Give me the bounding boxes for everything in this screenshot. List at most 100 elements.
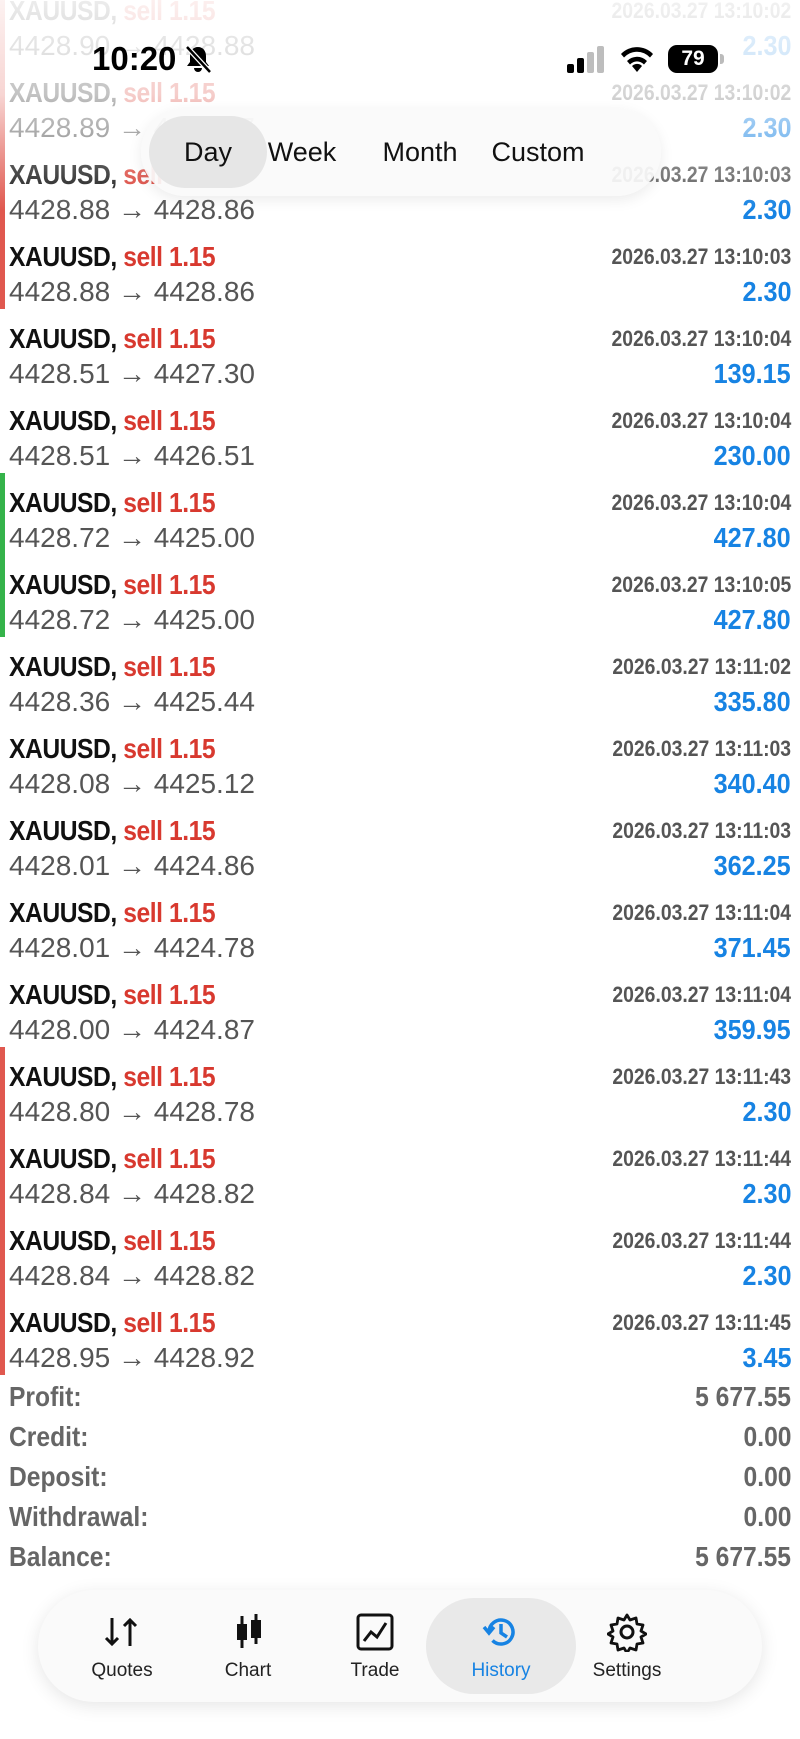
deal-row[interactable]: XAUUSD, sell 1.15 2026.03.27 13:10:05 4428…: [0, 555, 800, 637]
summary-row: Withdrawal: 0.00: [0, 1498, 800, 1538]
deal-type: sell 1.15: [123, 241, 216, 272]
settings-icon: [607, 1613, 647, 1652]
deal-type: sell 1.15: [123, 815, 216, 846]
tab-label: Settings: [592, 1660, 662, 1681]
deal-prices: 4428.72 → 4425.00: [9, 522, 255, 553]
deal-type: sell 1.15: [123, 405, 216, 436]
deal-title: XAUUSD, sell 1.15: [9, 651, 216, 683]
deal-time: 2026.03.27 13:10:03: [611, 244, 791, 269]
deal-type: sell 1.15: [123, 651, 216, 682]
summary-row: Deposit: 0.00: [0, 1458, 800, 1498]
deal-profit: 139.15: [713, 358, 791, 389]
deal-row[interactable]: XAUUSD, sell 1.15 2026.03.27 13:11:04 4428…: [0, 883, 800, 965]
bottom-tab-bar: Quotes Chart Trade History Settings: [38, 1590, 762, 1702]
deal-time: 2026.03.27 13:11:02: [612, 654, 791, 679]
deal-row[interactable]: XAUUSD, sell 1.15 2026.03.27 13:10:04 4428…: [0, 473, 800, 555]
deal-time: 2026.03.27 13:10:04: [611, 326, 791, 351]
chart-icon: [237, 1614, 261, 1648]
summary-value: 0.00: [743, 1421, 791, 1452]
deal-symbol: XAUUSD,: [9, 733, 117, 764]
summary-label: Credit:: [9, 1421, 89, 1452]
deal-list[interactable]: XAUUSD, sell 1.15 2026.03.27 13:10:02 4428…: [0, 0, 800, 1375]
deal-row[interactable]: XAUUSD, sell 1.15 2026.03.27 13:11:44 4428…: [0, 1211, 800, 1293]
deal-profit: 427.80: [713, 604, 791, 635]
wifi-icon: [621, 47, 653, 72]
summary-value: 0.00: [743, 1501, 791, 1532]
deal-row[interactable]: XAUUSD, sell 1.15 2026.03.27 13:11:45 4428…: [0, 1293, 800, 1375]
deal-title: XAUUSD, sell 1.15: [9, 241, 216, 273]
battery-cap: [720, 54, 724, 64]
summary-value: 0.00: [743, 1461, 791, 1492]
deal-type: sell 1.15: [123, 897, 216, 928]
status-time: 10:20: [92, 40, 177, 77]
deal-symbol: XAUUSD,: [9, 651, 117, 682]
deal-row[interactable]: XAUUSD, sell 1.15 2026.03.27 13:10:03 4428…: [0, 227, 800, 309]
period-segmented-control: Day Week Month Custom: [141, 108, 661, 196]
battery-icon: 79: [668, 45, 726, 73]
deal-time: 2026.03.27 13:10:04: [611, 490, 791, 515]
tab-settings[interactable]: Settings: [552, 1598, 702, 1694]
status-bar: 10:20 79: [0, 0, 800, 118]
deal-type: sell 1.15: [123, 487, 216, 518]
deal-type: sell 1.15: [123, 323, 216, 354]
deal-prices: 4428.00 → 4424.87: [9, 1014, 255, 1045]
deal-prices: 4428.88 → 4428.86: [9, 194, 255, 225]
deal-prices: 4428.95 → 4428.92: [9, 1342, 255, 1373]
summary-row: Profit: 5 677.55: [0, 1378, 800, 1418]
deal-symbol: XAUUSD,: [9, 405, 117, 436]
deal-prices: 4428.72 → 4425.00: [9, 604, 255, 635]
deal-time: 2026.03.27 13:11:03: [612, 818, 791, 843]
deal-row[interactable]: XAUUSD, sell 1.15 2026.03.27 13:11:43 4428…: [0, 1047, 800, 1129]
deal-profit: 2.30: [741, 1096, 791, 1127]
deal-row[interactable]: XAUUSD, sell 1.15 2026.03.27 13:11:44 4428…: [0, 1129, 800, 1211]
deal-profit: 2.30: [741, 1260, 791, 1291]
deal-symbol: XAUUSD,: [9, 1061, 117, 1092]
deal-symbol: XAUUSD,: [9, 241, 117, 272]
deal-row[interactable]: XAUUSD, sell 1.15 2026.03.27 13:10:04 4428…: [0, 391, 800, 473]
deal-row[interactable]: XAUUSD, sell 1.15 2026.03.27 13:11:04 4428…: [0, 965, 800, 1047]
deal-type: sell 1.15: [123, 979, 216, 1010]
deal-type: sell 1.15: [123, 1225, 216, 1256]
deal-prices: 4428.08 → 4425.12: [9, 768, 255, 799]
deal-prices: 4428.01 → 4424.86: [9, 850, 255, 881]
deal-row[interactable]: XAUUSD, sell 1.15 2026.03.27 13:11:03 4428…: [0, 801, 800, 883]
summary-label: Deposit:: [9, 1461, 108, 1492]
deal-profit: 230.00: [713, 440, 791, 471]
deal-title: XAUUSD, sell 1.15: [9, 979, 216, 1011]
deal-symbol: XAUUSD,: [9, 897, 117, 928]
summary-label: Withdrawal:: [9, 1501, 149, 1532]
deal-prices: 4428.84 → 4428.82: [9, 1260, 255, 1291]
deal-profit: 362.25: [713, 850, 791, 881]
deal-time: 2026.03.27 13:11:04: [612, 982, 791, 1007]
deal-symbol: XAUUSD,: [9, 569, 117, 600]
deal-title: XAUUSD, sell 1.15: [9, 1225, 216, 1257]
deal-type: sell 1.15: [123, 1143, 216, 1174]
deal-row[interactable]: XAUUSD, sell 1.15 2026.03.27 13:10:04 4428…: [0, 309, 800, 391]
deal-title: XAUUSD, sell 1.15: [9, 405, 216, 437]
period-tab-custom[interactable]: Custom: [479, 116, 597, 188]
period-tab-month[interactable]: Month: [361, 116, 479, 188]
deal-title: XAUUSD, sell 1.15: [9, 1307, 216, 1339]
deal-type: sell 1.15: [123, 569, 216, 600]
deal-profit: 335.80: [713, 686, 791, 717]
deal-type: sell 1.15: [123, 1307, 216, 1338]
deal-symbol: XAUUSD,: [9, 1143, 117, 1174]
deal-time: 2026.03.27 13:10:04: [611, 408, 791, 433]
deal-time: 2026.03.27 13:11:03: [612, 736, 791, 761]
deal-profit: 371.45: [713, 932, 791, 963]
battery-level: 79: [668, 45, 718, 73]
deal-symbol: XAUUSD,: [9, 1225, 117, 1256]
deal-profit: 2.30: [741, 194, 791, 225]
summary-label: Balance:: [9, 1541, 112, 1572]
deal-symbol: XAUUSD,: [9, 1307, 117, 1338]
period-tab-week[interactable]: Week: [243, 116, 361, 188]
summary-value: 5 677.55: [695, 1381, 791, 1412]
deal-time: 2026.03.27 13:11:43: [612, 1064, 791, 1089]
deal-row[interactable]: XAUUSD, sell 1.15 2026.03.27 13:11:02 4428…: [0, 637, 800, 719]
deal-title: XAUUSD, sell 1.15: [9, 323, 216, 355]
deal-profit: 340.40: [713, 768, 791, 799]
deal-row[interactable]: XAUUSD, sell 1.15 2026.03.27 13:11:03 4428…: [0, 719, 800, 801]
deal-symbol: XAUUSD,: [9, 323, 117, 354]
trade-icon: [356, 1613, 394, 1651]
deal-prices: 4428.01 → 4424.78: [9, 932, 255, 963]
